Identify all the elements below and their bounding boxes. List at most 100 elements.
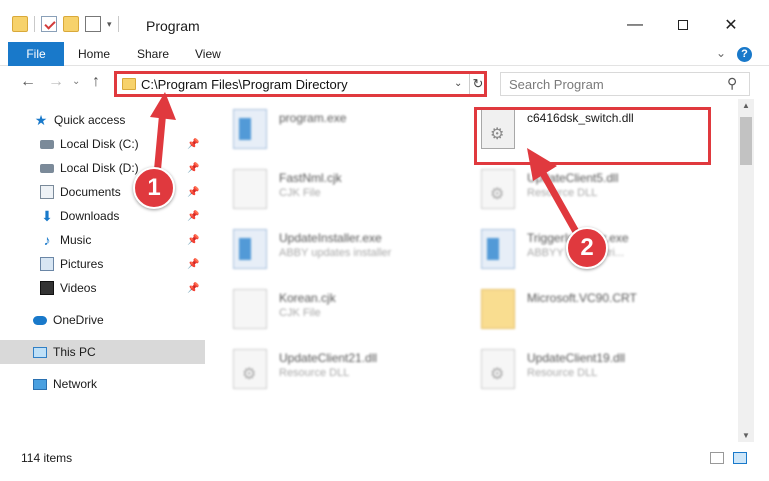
tab-file[interactable]: File [8,42,64,66]
videos-icon [40,281,54,295]
pin-icon: 📌 [187,210,200,222]
dll-file-icon [481,349,515,389]
minimize-button[interactable]: — [612,10,658,40]
sidebar-item-videos[interactable]: Videos 📌 [0,276,205,300]
download-icon: ⬇ [41,208,53,224]
list-item[interactable]: Microsoft.VC90.CRT [477,285,717,335]
up-button[interactable]: ↑ [92,73,100,91]
file-name: Korean.cjk [279,291,336,305]
list-item[interactable]: UpdateClient5.dll Resource DLL [477,165,717,215]
pc-icon [33,346,47,358]
folder-icon [481,289,515,329]
list-item[interactable]: Korean.cjk CJK File [229,285,469,335]
exe-file-icon [233,109,267,149]
file-name: UpdateInstaller.exe [279,231,382,245]
documents-icon [40,185,54,199]
address-bar[interactable]: C:\Program Files\Program Directory ⌄ ↻ [114,71,487,97]
title-bar: ▾ Program — ✕ [0,0,769,42]
file-description: Resource DLL [527,187,598,199]
tab-share[interactable]: Share [137,42,169,66]
pin-icon: 📌 [187,234,200,246]
tab-view[interactable]: View [195,42,221,66]
folder-icon [122,78,136,90]
step-1-badge: 1 [133,167,175,209]
drive-icon [40,163,54,173]
pin-icon: 📌 [187,258,200,270]
list-item[interactable]: UpdateInstaller.exe ABBY updates install… [229,225,469,275]
highlight-box [474,107,711,165]
tab-home[interactable]: Home [78,42,110,66]
window-title: Program [146,18,200,34]
help-icon[interactable]: ? [737,47,752,62]
sidebar-item-label: Music [60,233,92,247]
sidebar-item-local-disk-d[interactable]: Local Disk (D:) 📌 [0,156,205,180]
close-button[interactable]: ✕ [708,10,754,40]
list-item[interactable]: UpdateClient19.dll Resource DLL [477,345,717,395]
scroll-up-icon[interactable]: ▲ [742,101,750,110]
refresh-button[interactable]: ↻ [469,74,486,94]
expand-ribbon-icon[interactable]: ⌄ [716,46,726,60]
dll-file-icon [233,349,267,389]
sidebar-item-local-disk-c[interactable]: Local Disk (C:) 📌 [0,132,205,156]
sidebar-item-network[interactable]: Network [0,372,205,396]
recent-locations-chevron-icon[interactable]: ⌄ [72,76,80,87]
forward-button[interactable]: → [48,73,64,91]
pin-icon: 📌 [187,162,200,174]
properties-icon[interactable] [41,16,57,32]
list-item[interactable]: FastNml.cjk CJK File [229,165,469,215]
star-icon: ★ [34,112,48,128]
sidebar-item-label: Local Disk (C:) [60,137,139,151]
vertical-scrollbar[interactable]: ▲ ▼ [738,99,754,442]
ribbon-tabs: File Home Share View ⌄ ? [0,42,769,66]
folder-icon[interactable] [12,16,28,32]
chevron-down-icon[interactable]: ⌄ [454,78,462,89]
back-button[interactable]: ← [20,73,36,91]
navigation-bar: ← → ⌄ ↑ C:\Program Files\Program Directo… [0,67,769,99]
sidebar-item-onedrive[interactable]: OneDrive [0,308,205,332]
scrollbar-thumb[interactable] [740,117,752,165]
list-item[interactable]: program.exe [229,105,469,155]
navigation-pane: ★ Quick access Local Disk (C:) 📌 Local D… [0,104,205,442]
list-item[interactable]: UpdateClient21.dll Resource DLL [229,345,469,395]
exe-file-icon [481,229,515,269]
file-description: Resource DLL [279,367,350,379]
sidebar-item-quick-access[interactable]: ★ Quick access [0,108,205,132]
step-2-badge: 2 [566,227,608,269]
file-description: Resource DLL [527,367,598,379]
scroll-down-icon[interactable]: ▼ [742,431,750,440]
sidebar-item-downloads[interactable]: ⬇ Downloads 📌 [0,204,205,228]
pin-icon: 📌 [187,186,200,198]
chevron-down-icon[interactable]: ▾ [107,19,112,30]
file-name: program.exe [279,111,347,125]
sidebar-item-music[interactable]: ♪ Music 📌 [0,228,205,252]
maximize-icon [678,20,688,30]
toolbar-divider [117,16,119,32]
search-icon[interactable]: ⚲ [727,75,737,92]
customize-icon[interactable] [85,16,101,32]
document-file-icon [233,289,267,329]
sidebar-item-label: Videos [60,281,97,295]
file-name: UpdateClient19.dll [527,351,626,365]
sidebar-item-label: OneDrive [53,313,104,327]
new-folder-icon[interactable] [63,16,79,32]
file-name: UpdateClient21.dll [279,351,378,365]
maximize-button[interactable] [660,10,706,40]
sidebar-item-this-pc[interactable]: This PC [0,340,205,364]
sidebar-item-label: Downloads [60,209,120,223]
pictures-icon [40,257,54,271]
exe-file-icon [233,229,267,269]
cloud-icon [33,315,47,325]
search-box[interactable]: ⚲ [500,72,750,96]
address-path[interactable]: C:\Program Files\Program Directory [141,77,348,92]
file-name: UpdateClient5.dll [527,171,619,185]
sidebar-item-pictures[interactable]: Pictures 📌 [0,252,205,276]
status-bar: 114 items [0,446,769,470]
search-input[interactable] [509,76,709,92]
large-icons-view-icon[interactable] [733,452,747,464]
file-description: CJK File [279,187,321,199]
pin-icon: 📌 [187,282,200,294]
document-file-icon [233,169,267,209]
file-name: FastNml.cjk [279,171,342,185]
details-view-icon[interactable] [710,452,724,464]
music-icon: ♪ [43,232,51,248]
